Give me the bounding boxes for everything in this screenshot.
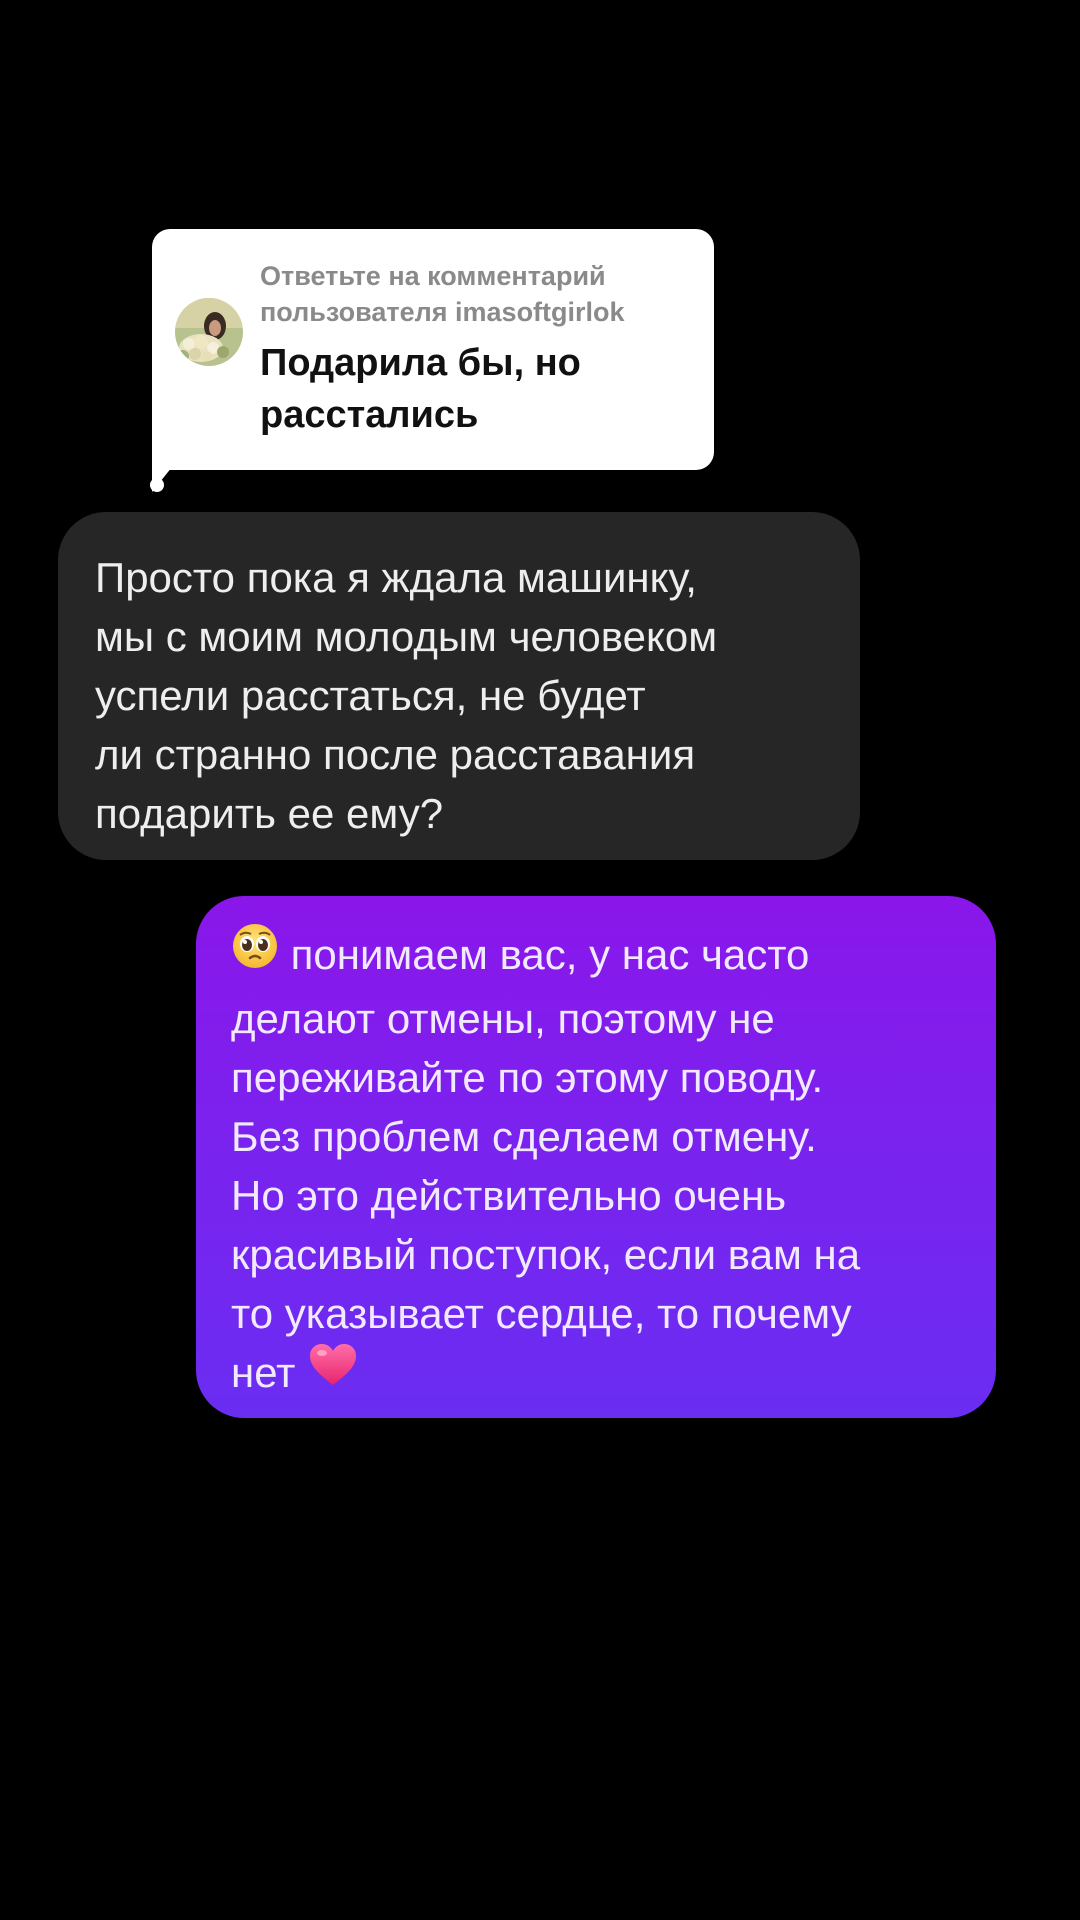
message-line-with-emoji: нет: [231, 1343, 996, 1407]
message-line: красивый поступок, если вам на: [231, 1231, 861, 1279]
reply-comment-text: Подарила бы, но расстались: [260, 337, 690, 441]
reply-comment-line1: Подарила бы, но: [260, 342, 581, 384]
reply-header: Ответьте на комментарий пользователя ima…: [260, 258, 700, 330]
message-line: Но это действительно очень: [231, 1172, 787, 1220]
message-line: подарить ее ему?: [95, 790, 444, 837]
message-line-text: понимаем вас, у нас часто: [290, 931, 810, 978]
message-line-text: нет: [231, 1349, 296, 1397]
message-line: то указывает сердце, то почему: [231, 1290, 852, 1338]
message-line: переживайте по этому поводу.: [231, 1054, 824, 1102]
message-line: ли странно после расставания: [95, 731, 696, 778]
pink-heart-icon: [307, 1341, 359, 1404]
message-line: делают отмены, поэтому не: [231, 995, 775, 1043]
message-line-with-emoji: понимаем вас, у нас часто: [231, 922, 996, 989]
message-line: Просто пока я ждала машинку,: [95, 554, 697, 601]
pleading-face-icon: [231, 922, 279, 985]
avatar-image: [175, 298, 243, 366]
reply-header-line2: пользователя imasoftgirlok: [260, 297, 625, 327]
message-line: успели расстаться, не будет: [95, 672, 646, 719]
reply-header-line1: Ответьте на комментарий: [260, 261, 606, 291]
outgoing-message-bubble[interactable]: понимаем вас, у нас часто делают отмены,…: [196, 896, 996, 1418]
message-line: мы с моим молодым человеком: [95, 613, 718, 660]
avatar[interactable]: [175, 298, 243, 366]
incoming-message-bubble[interactable]: Просто пока я ждала машинку, мы с моим м…: [58, 512, 860, 860]
reply-card-tail-tip: [150, 478, 164, 492]
message-line: Без проблем сделаем отмену.: [231, 1113, 817, 1161]
reply-comment-line2: расстались: [260, 394, 479, 436]
